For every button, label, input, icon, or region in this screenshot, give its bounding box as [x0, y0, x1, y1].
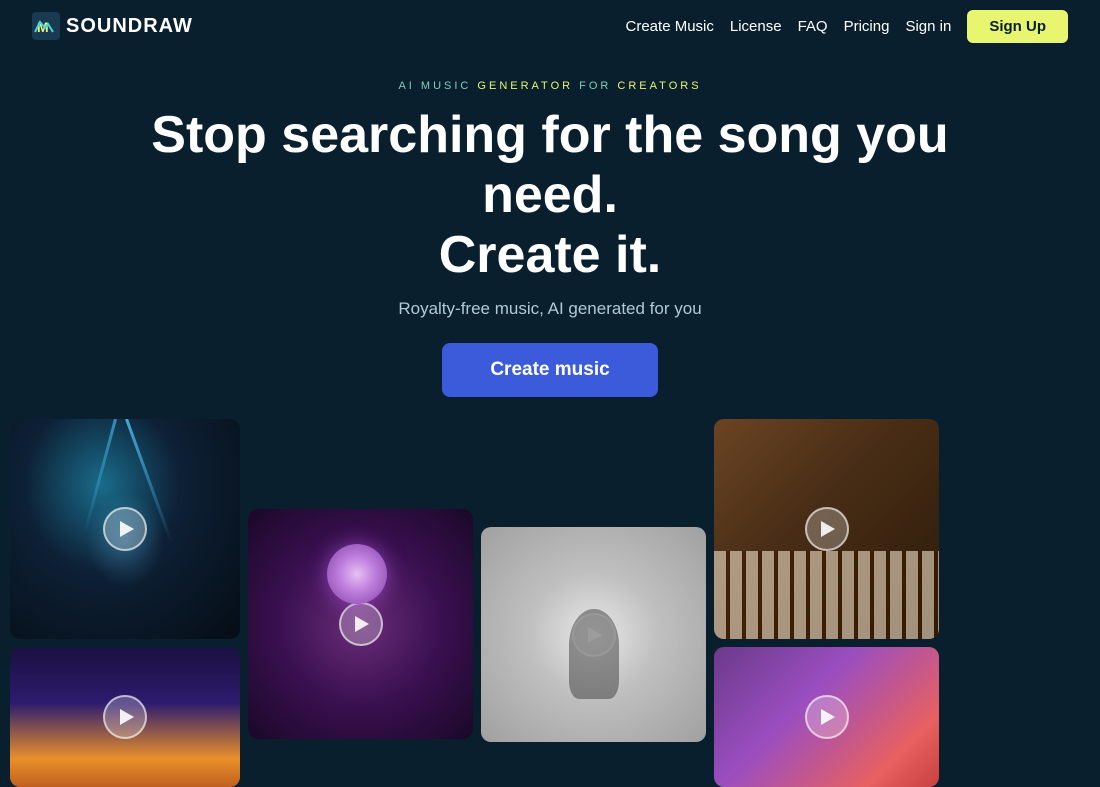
dancer-image: [481, 527, 706, 742]
create-music-button[interactable]: Create music: [442, 343, 657, 397]
hero-title: Stop searching for the song you need. Cr…: [140, 106, 960, 285]
navbar: M SOUNDRAW Create Music License FAQ Pric…: [0, 0, 1100, 52]
hero-subtitle: Royalty-free music, AI generated for you: [398, 299, 701, 319]
nav-license[interactable]: License: [730, 18, 782, 35]
disco-image: [248, 509, 473, 739]
nav-pricing[interactable]: Pricing: [844, 18, 890, 35]
concert-image: [10, 419, 240, 639]
disco-play-button[interactable]: [339, 602, 383, 646]
image-grid: [10, 419, 1100, 787]
signin-button[interactable]: Sign in: [905, 18, 951, 35]
palm-play-button[interactable]: [805, 695, 849, 739]
image-col-1: [10, 419, 240, 787]
ai-tag: AI MUSIC GENERATOR FOR CREATORS: [398, 80, 701, 92]
image-col-4: [714, 419, 939, 787]
nav-right: Create Music License FAQ Pricing Sign in…: [626, 10, 1068, 43]
logo-text: SOUNDRAW: [66, 15, 193, 38]
piano-image: [714, 419, 939, 639]
ai-tag-for: FOR: [579, 80, 617, 92]
logo-icon: M: [32, 12, 60, 40]
ai-tag-text: AI MUSIC: [398, 80, 477, 92]
city-image: [10, 647, 240, 787]
image-col-3: [481, 419, 706, 787]
hero-title-line2: Create it.: [439, 226, 662, 284]
dancer-play-button[interactable]: [572, 613, 616, 657]
logo[interactable]: M SOUNDRAW: [32, 12, 193, 40]
palm-image: [714, 647, 939, 787]
signup-button[interactable]: Sign Up: [967, 10, 1068, 43]
ai-tag-generator: GENERATOR: [477, 80, 579, 92]
city-play-button[interactable]: [103, 695, 147, 739]
image-col-2: [248, 419, 473, 787]
piano-play-button[interactable]: [805, 507, 849, 551]
hero-title-line1: Stop searching for the song you need.: [151, 106, 948, 224]
concert-play-button[interactable]: [103, 507, 147, 551]
ai-tag-creators: CREATORS: [617, 80, 701, 92]
nav-create-music[interactable]: Create Music: [626, 18, 714, 35]
nav-faq[interactable]: FAQ: [798, 18, 828, 35]
hero-section: AI MUSIC GENERATOR FOR CREATORS Stop sea…: [0, 52, 1100, 419]
